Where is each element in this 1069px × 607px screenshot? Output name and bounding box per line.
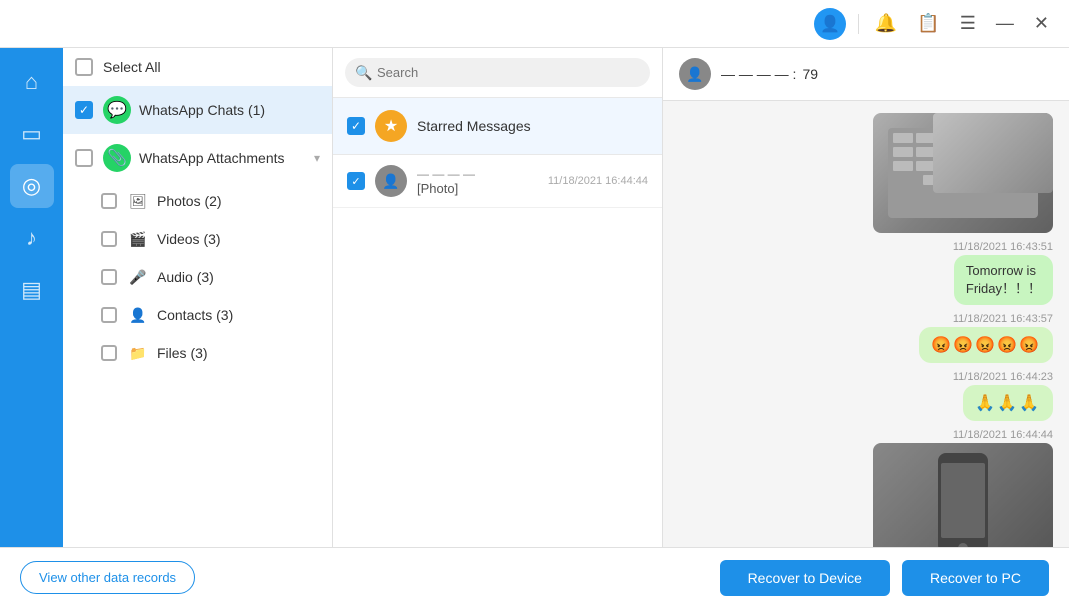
files-checkbox[interactable] bbox=[101, 345, 117, 361]
contacts-label: Contacts (3) bbox=[157, 307, 320, 323]
starred-label: Starred Messages bbox=[417, 118, 531, 134]
contacts-checkbox[interactable] bbox=[101, 307, 117, 323]
whatsapp-attachments-icon: 📎 bbox=[103, 144, 131, 172]
close-button[interactable]: ✕ bbox=[1030, 9, 1053, 38]
message-info: — — — — [Photo] bbox=[417, 167, 548, 196]
msg-emojis1-bubble: 😡😡😡😡😡 bbox=[919, 327, 1053, 363]
view-other-button[interactable]: View other data records bbox=[20, 561, 195, 594]
whatsapp-attachments-checkbox[interactable] bbox=[75, 149, 93, 167]
expand-icon: ▾ bbox=[314, 151, 320, 165]
phone-image bbox=[873, 443, 1053, 547]
audio-item[interactable]: 🎤 Audio (3) bbox=[93, 258, 332, 296]
right-header: 👤 — — — — : 79 bbox=[663, 48, 1069, 101]
audio-checkbox[interactable] bbox=[101, 269, 117, 285]
right-contact-name: — — — — : bbox=[721, 66, 796, 82]
keyboard-image bbox=[873, 113, 1053, 233]
sidebar-item-home[interactable]: ⌂ bbox=[10, 60, 54, 104]
title-bar: 👤 🔔 📋 ☰ — ✕ bbox=[0, 0, 1069, 48]
msg-friday-time: 11/18/2021 16:43:51 bbox=[953, 241, 1053, 253]
sidebar-item-music[interactable]: ♪ bbox=[10, 216, 54, 260]
select-all-checkbox[interactable] bbox=[75, 58, 93, 76]
photos-label: Photos (2) bbox=[157, 193, 320, 209]
message-avatar: 👤 bbox=[375, 165, 407, 197]
star-icon: ★ bbox=[375, 110, 407, 142]
select-all-item[interactable]: Select All bbox=[63, 48, 332, 86]
message-sender: — — — — bbox=[417, 167, 548, 181]
search-icon: 🔍 bbox=[355, 64, 372, 81]
videos-icon: 🎬 bbox=[127, 228, 149, 250]
audio-label: Audio (3) bbox=[157, 269, 320, 285]
chat-messages: 11/18/2021 16:43:51 Tomorrow isFriday！！！… bbox=[663, 101, 1069, 547]
photos-icon: 🖼 bbox=[127, 190, 149, 212]
msg-friday-bubble: Tomorrow isFriday！！！ bbox=[954, 255, 1053, 305]
contacts-icon: 👤 bbox=[127, 304, 149, 326]
sidebar: ⌂ ▭ ◎ ♪ ▤ bbox=[0, 48, 63, 547]
msg-emojis2-bubble: 🙏🙏🙏 bbox=[963, 385, 1053, 421]
right-contact-avatar: 👤 bbox=[679, 58, 711, 90]
videos-label: Videos (3) bbox=[157, 231, 320, 247]
whatsapp-attachments-item[interactable]: 📎 WhatsApp Attachments ▾ bbox=[63, 134, 332, 182]
title-bar-controls: 👤 🔔 📋 ☰ — ✕ bbox=[814, 8, 1053, 40]
starred-checkbox[interactable]: ✓ bbox=[347, 117, 365, 135]
sidebar-item-phone[interactable]: ▭ bbox=[10, 112, 54, 156]
profile-icon[interactable]: 👤 bbox=[814, 8, 846, 40]
bottom-bar: View other data records Recover to Devic… bbox=[0, 547, 1069, 607]
attachments-sub-items: 🖼 Photos (2) 🎬 Videos (3) 🎤 Audio (3) bbox=[63, 182, 332, 372]
message-preview: [Photo] bbox=[417, 181, 548, 196]
minimize-button[interactable]: — bbox=[992, 9, 1018, 38]
title-divider bbox=[858, 14, 859, 34]
msg-friday: 11/18/2021 16:43:51 Tomorrow isFriday！！！ bbox=[679, 241, 1053, 305]
files-item[interactable]: 📁 Files (3) bbox=[93, 334, 332, 372]
select-all-label: Select All bbox=[103, 59, 320, 75]
search-input[interactable] bbox=[345, 58, 650, 87]
left-panel: Select All ✓ 💬 WhatsApp Chats (1) 📎 What… bbox=[63, 48, 333, 547]
whatsapp-chats-checkbox[interactable]: ✓ bbox=[75, 101, 93, 119]
message-time: 11/18/2021 16:44:44 bbox=[548, 175, 648, 187]
whatsapp-chats-item[interactable]: ✓ 💬 WhatsApp Chats (1) bbox=[63, 86, 332, 134]
msg-emojis1-time: 11/18/2021 16:43:57 bbox=[953, 313, 1053, 325]
msg-emojis1: 11/18/2021 16:43:57 😡😡😡😡😡 bbox=[679, 313, 1053, 363]
msg-phone-time: 11/18/2021 16:44:44 bbox=[953, 429, 1053, 441]
keyboard-image-msg bbox=[679, 113, 1053, 233]
whatsapp-attachments-label: WhatsApp Attachments bbox=[139, 150, 314, 166]
videos-item[interactable]: 🎬 Videos (3) bbox=[93, 220, 332, 258]
document-icon[interactable]: 📋 bbox=[913, 9, 943, 38]
right-message-count: 79 bbox=[802, 66, 818, 82]
sidebar-item-whatsapp[interactable]: ◎ bbox=[10, 164, 54, 208]
audio-icon: 🎤 bbox=[127, 266, 149, 288]
msg-emojis2-time: 11/18/2021 16:44:23 bbox=[953, 371, 1053, 383]
right-panel: 👤 — — — — : 79 bbox=[663, 48, 1069, 547]
main-content: ⌂ ▭ ◎ ♪ ▤ Select All ✓ 💬 WhatsApp Chats … bbox=[0, 48, 1069, 547]
files-label: Files (3) bbox=[157, 345, 320, 361]
starred-messages-header[interactable]: ✓ ★ Starred Messages bbox=[333, 98, 662, 155]
search-bar: 🔍 bbox=[333, 48, 662, 98]
menu-icon[interactable]: ☰ bbox=[956, 9, 980, 38]
whatsapp-chats-icon: 💬 bbox=[103, 96, 131, 124]
phone-svg bbox=[923, 448, 1003, 547]
middle-panel: 🔍 ✓ ★ Starred Messages ✓ 👤 — — — — [Phot… bbox=[333, 48, 663, 547]
message-checkbox[interactable]: ✓ bbox=[347, 172, 365, 190]
whatsapp-chats-label: WhatsApp Chats (1) bbox=[139, 102, 320, 118]
sidebar-item-files[interactable]: ▤ bbox=[10, 268, 54, 312]
videos-checkbox[interactable] bbox=[101, 231, 117, 247]
bell-icon[interactable]: 🔔 bbox=[871, 9, 901, 38]
files-icon: 📁 bbox=[127, 342, 149, 364]
contacts-item[interactable]: 👤 Contacts (3) bbox=[93, 296, 332, 334]
photos-checkbox[interactable] bbox=[101, 193, 117, 209]
msg-phone-image: 11/18/2021 16:44:44 bbox=[679, 429, 1053, 547]
msg-emojis2: 11/18/2021 16:44:23 🙏🙏🙏 bbox=[679, 371, 1053, 421]
recover-to-device-button[interactable]: Recover to Device bbox=[720, 560, 890, 596]
message-item[interactable]: ✓ 👤 — — — — [Photo] 11/18/2021 16:44:44 bbox=[333, 155, 662, 208]
recover-to-pc-button[interactable]: Recover to PC bbox=[902, 560, 1049, 596]
photos-item[interactable]: 🖼 Photos (2) bbox=[93, 182, 332, 220]
